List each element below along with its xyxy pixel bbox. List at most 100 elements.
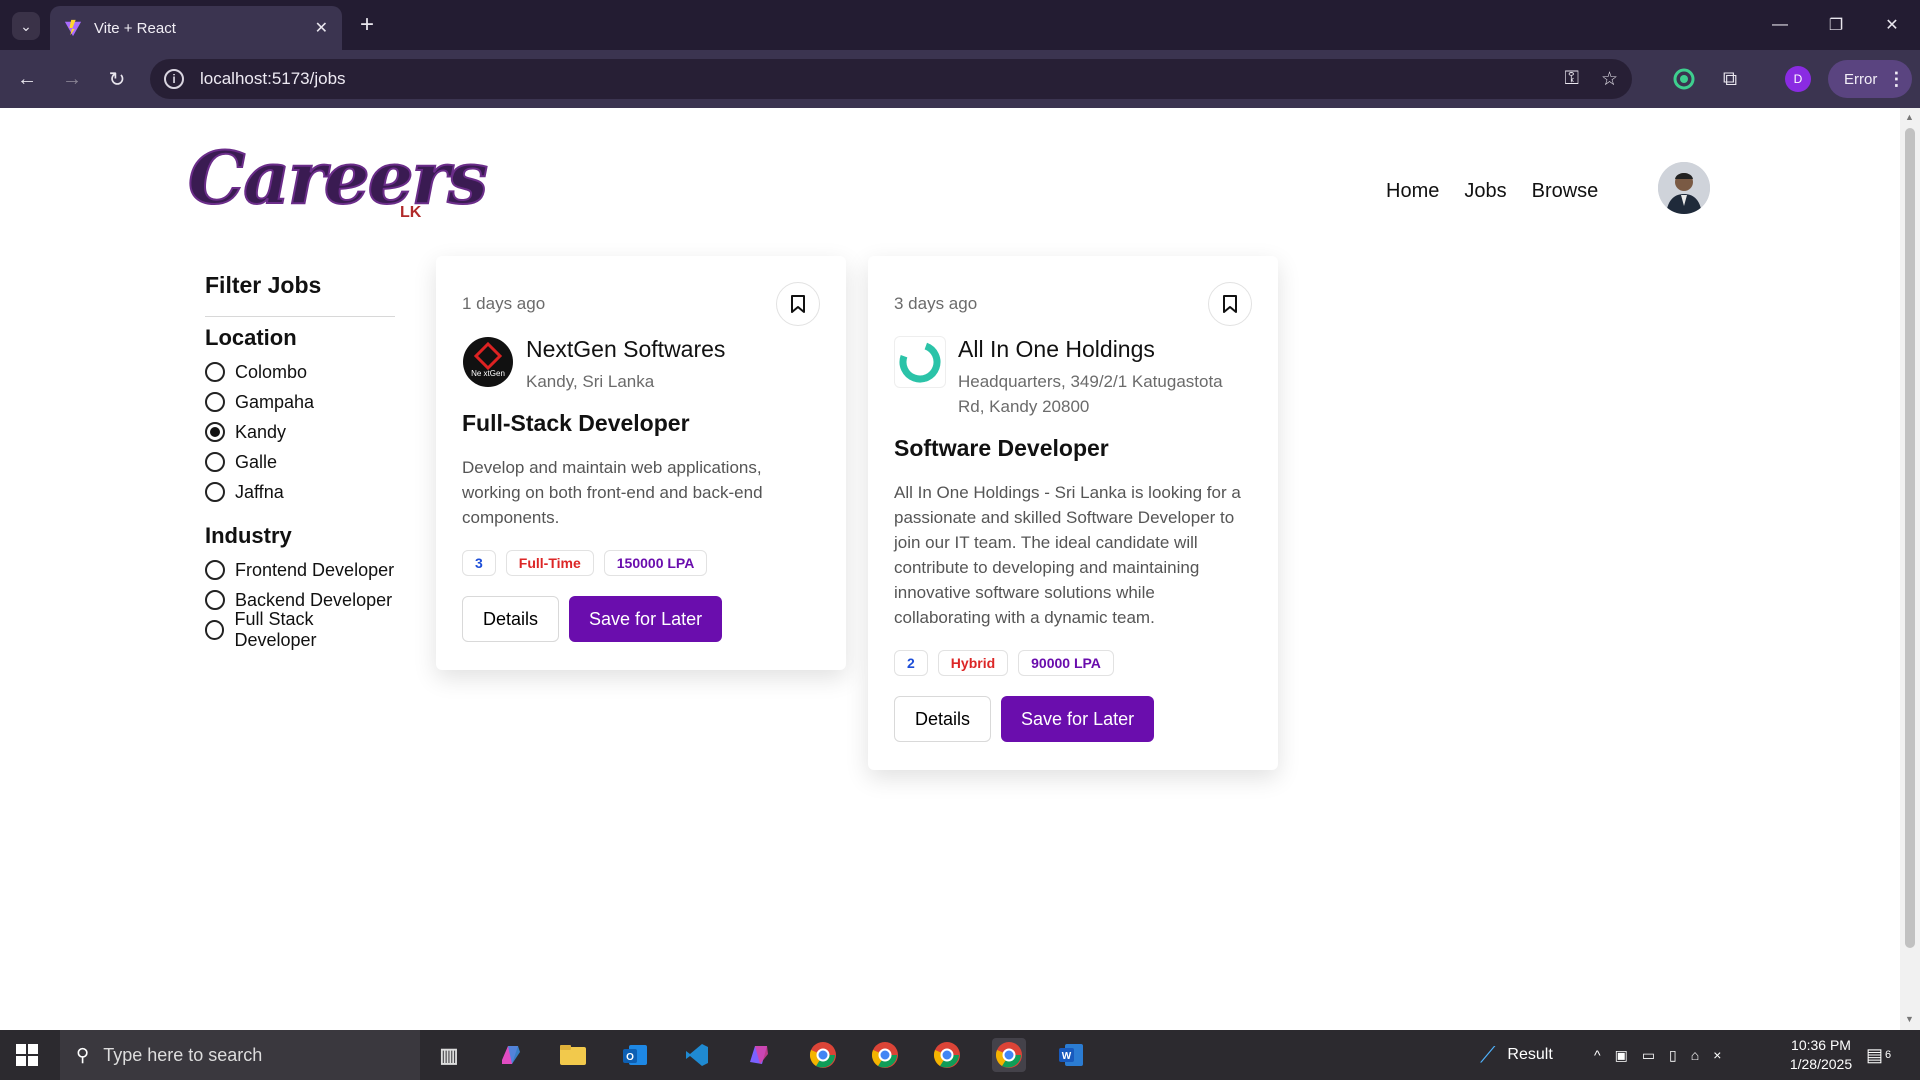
svg-text:O: O [626, 1052, 634, 1063]
user-avatar[interactable] [1658, 162, 1710, 214]
radio-frontend[interactable] [205, 560, 225, 580]
windows-taskbar: ⚲ Type here to search ▥ O W ⟋ Result ^ ▣… [0, 1030, 1920, 1080]
clock-date: 1/28/2025 [1789, 1056, 1853, 1072]
notifications-button[interactable]: ▤ 6 [1866, 1030, 1891, 1080]
salary-badge: 150000 LPA [603, 550, 708, 576]
site-info-icon[interactable]: i [164, 69, 184, 89]
bookmark-icon [1223, 295, 1237, 313]
logo-subtext: LK [400, 204, 422, 221]
location-option-jaffna[interactable]: Jaffna [205, 477, 395, 507]
radio-kandy[interactable] [205, 422, 225, 442]
radio-jaffna[interactable] [205, 482, 225, 502]
location-group-title: Location [205, 325, 297, 350]
location-option-kandy[interactable]: Kandy [205, 417, 395, 447]
chrome-active-icon[interactable] [992, 1038, 1026, 1072]
system-clock[interactable]: 10:36 PM 1/28/2025 [1776, 1036, 1866, 1074]
industry-option-fullstack[interactable]: Full Stack Developer [205, 609, 395, 650]
windows-start-icon[interactable] [16, 1044, 38, 1066]
password-key-icon[interactable]: ⚿ [1564, 68, 1578, 90]
job-description: Develop and maintain web applications, w… [462, 458, 763, 527]
radio-backend[interactable] [205, 590, 225, 610]
details-button[interactable]: Details [894, 696, 992, 742]
profile-avatar[interactable]: D [1785, 66, 1811, 92]
extension-target-icon[interactable] [1668, 63, 1700, 95]
weather-widget[interactable]: ⟋ Result [1480, 1030, 1553, 1080]
industry-group-title: Industry [205, 523, 292, 548]
page-scrollbar[interactable]: ▲ ▼ [1900, 108, 1920, 1030]
location-option-galle[interactable]: Galle [205, 447, 395, 477]
job-title: Software Developer [894, 435, 1109, 461]
scroll-thumb[interactable] [1905, 128, 1915, 948]
browser-tab-bar: ⌄ Vite + React ✕ + — ❐ ✕ [0, 0, 1920, 50]
details-button[interactable]: Details [462, 596, 560, 642]
careers-logo[interactable]: Careers LK [187, 141, 489, 232]
nav-home-link[interactable]: Home [1386, 180, 1439, 203]
taskbar-search[interactable]: ⚲ Type here to search [60, 1030, 420, 1080]
location-option-gampaha[interactable]: Gampaha [205, 387, 395, 417]
display-icon[interactable]: ▭ [1642, 1047, 1655, 1064]
error-menu-button[interactable]: Error ⋮ [1828, 60, 1912, 98]
tab-close-icon[interactable]: ✕ [315, 18, 328, 38]
network-icon[interactable]: ⌂ [1691, 1047, 1699, 1063]
nav-browse-link[interactable]: Browse [1532, 180, 1599, 203]
vscode-icon[interactable] [680, 1038, 714, 1072]
volume-muted-icon[interactable]: × [1713, 1047, 1721, 1063]
radio-colombo[interactable] [205, 362, 225, 382]
back-arrow-icon[interactable]: ← [10, 62, 44, 96]
salary-badge: 90000 LPA [1018, 650, 1114, 676]
company-logo: Ne xtGen [462, 336, 514, 388]
aio-logo-icon [899, 341, 941, 383]
save-for-later-button[interactable]: Save for Later [1001, 696, 1155, 742]
forward-arrow-icon[interactable]: → [55, 62, 89, 96]
radio-gampaha[interactable] [205, 392, 225, 412]
save-for-later-button[interactable]: Save for Later [569, 596, 723, 642]
job-type-badge: Full-Time [505, 550, 594, 576]
restore-button[interactable]: ❐ [1808, 0, 1864, 50]
meet-now-icon[interactable]: ▣ [1615, 1047, 1628, 1064]
browser-tab[interactable]: Vite + React ✕ [50, 6, 342, 50]
company-name: NextGen Softwares [526, 336, 726, 362]
job-description: All In One Holdings - Sri Lanka is looki… [894, 483, 1241, 627]
word-icon[interactable]: W [1054, 1038, 1088, 1072]
industry-option-frontend[interactable]: Frontend Developer [205, 555, 395, 585]
radio-fullstack[interactable] [205, 620, 225, 640]
filter-title: Filter Jobs [205, 272, 322, 298]
site-navigation: Home Jobs Browse [1386, 180, 1598, 203]
page-content: Careers LK Home Jobs Browse Filter Jobs … [0, 108, 1900, 1030]
m365-copilot-icon[interactable] [742, 1038, 776, 1072]
bookmark-button[interactable] [1208, 282, 1252, 326]
address-bar[interactable]: i localhost:5173/jobs ⚿ ☆ [150, 59, 1632, 99]
nav-jobs-link[interactable]: Jobs [1464, 180, 1506, 203]
location-option-colombo[interactable]: Colombo [205, 357, 395, 387]
posted-date: 3 days ago [894, 294, 978, 313]
close-window-button[interactable]: ✕ [1864, 0, 1920, 50]
minimize-button[interactable]: — [1752, 0, 1808, 50]
chrome-icon[interactable] [806, 1038, 840, 1072]
weather-label: Result [1507, 1046, 1553, 1063]
scroll-down-icon[interactable]: ▼ [1905, 1014, 1914, 1024]
file-explorer-icon[interactable] [556, 1038, 590, 1072]
tab-title: Vite + React [94, 19, 176, 37]
search-icon: ⚲ [76, 1044, 90, 1065]
chrome-profile-icon[interactable] [930, 1038, 964, 1072]
bookmark-button[interactable] [776, 282, 820, 326]
outlook-icon[interactable]: O [618, 1038, 652, 1072]
battery-icon[interactable]: ▯ [1669, 1047, 1677, 1064]
bookmark-star-icon[interactable]: ☆ [1601, 68, 1618, 91]
search-placeholder: Type here to search [103, 1044, 263, 1065]
scroll-up-icon[interactable]: ▲ [1905, 112, 1914, 122]
tray-chevron-icon[interactable]: ^ [1594, 1047, 1601, 1063]
notification-count: 6 [1885, 1049, 1892, 1061]
vite-favicon-icon [64, 19, 82, 37]
user-photo-icon [1658, 162, 1710, 214]
address-url[interactable]: localhost:5173/jobs [200, 69, 1542, 89]
copilot-icon[interactable] [494, 1038, 528, 1072]
chrome-profile-icon[interactable] [868, 1038, 902, 1072]
radio-galle[interactable] [205, 452, 225, 472]
job-card: 3 days ago All In One Holdings Headquart… [868, 256, 1278, 770]
task-view-icon[interactable]: ▥ [432, 1038, 466, 1072]
reload-icon[interactable]: ↻ [100, 62, 134, 96]
tab-search-button[interactable]: ⌄ [12, 12, 40, 40]
new-tab-button[interactable]: + [352, 10, 382, 40]
extensions-puzzle-icon[interactable]: ⧉ [1714, 63, 1746, 95]
